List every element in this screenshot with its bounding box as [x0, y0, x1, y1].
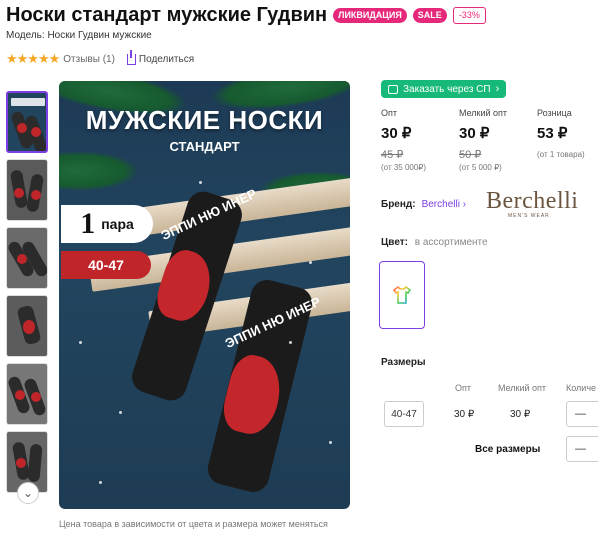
- brand-logo-sub: MEN'S WEAR: [508, 213, 550, 219]
- color-row: Цвет: в ассортименте: [381, 237, 488, 248]
- share-label: Поделиться: [138, 53, 195, 65]
- price-value: 30 ₽: [381, 125, 412, 142]
- brand-row: Бренд: Berchelli ›: [381, 199, 466, 210]
- thumbnails-scroll-down-button[interactable]: ⌄: [17, 482, 39, 504]
- sizes-title: Размеры: [381, 357, 426, 368]
- main-product-image[interactable]: МУЖСКИЕ НОСКИ СТАНДАРТ 1 пара 40-47 ЭППИ…: [59, 81, 350, 509]
- price-table: Опт 30 ₽ 45 ₽ (от 35 000₽) Мелкий опт 30…: [381, 108, 598, 172]
- color-label: Цвет:: [381, 237, 408, 248]
- price-small-wholesale: Мелкий опт 30 ₽ 50 ₽ (от 5 000 ₽): [459, 108, 537, 172]
- price-label: Опт: [381, 108, 397, 118]
- chevron-right-icon: ›: [495, 83, 500, 95]
- image-subtitle: СТАНДАРТ: [169, 139, 240, 154]
- size-price-opt: 30 ₽: [454, 409, 475, 420]
- thumbnail-1[interactable]: [6, 91, 48, 153]
- cart-icon: [388, 84, 398, 94]
- rating-row: ★★★★★ Отзывы (1) Поделиться: [6, 49, 195, 67]
- price-note: (от 35 000₽): [381, 163, 427, 172]
- sale-badge: SALE: [412, 8, 447, 23]
- size-price-small-opt: 30 ₽: [510, 409, 531, 420]
- tshirt-icon: [392, 285, 412, 304]
- discount-badge: -33%: [452, 7, 486, 24]
- pair-label: 1 пара: [61, 205, 153, 243]
- sizes-header-opt: Опт: [455, 383, 471, 393]
- price-retail: Розница 53 ₽ (от 1 товара): [537, 108, 598, 172]
- all-sizes-quantity-input[interactable]: —: [566, 436, 598, 462]
- brand-label: Бренд:: [381, 199, 416, 210]
- sizes-header-small-opt: Мелкий опт: [498, 383, 547, 393]
- star-rating-icon: ★★★★★: [6, 51, 60, 66]
- chevron-down-icon: ⌄: [22, 486, 34, 500]
- size-quantity-input[interactable]: —: [566, 401, 598, 427]
- all-sizes-label: Все размеры: [475, 444, 541, 455]
- price-old: 50 ₽: [459, 149, 482, 161]
- reviews-link[interactable]: Отзывы (1): [63, 54, 115, 65]
- sizes-header-qty: Количе: [566, 383, 597, 393]
- clearance-badge: ЛИКВИДАЦИЯ: [333, 8, 407, 23]
- thumbnail-3[interactable]: [6, 227, 48, 289]
- size-option-button[interactable]: 40-47: [384, 401, 424, 427]
- price-disclaimer: Цена товара в зависимости от цвета и раз…: [59, 519, 328, 529]
- price-value: 30 ₽: [459, 125, 490, 142]
- pair-number: 1: [80, 207, 96, 240]
- image-title: МУЖСКИЕ НОСКИ: [85, 105, 324, 135]
- price-old: 45 ₽: [381, 149, 404, 161]
- product-header: Носки стандарт мужские Гудвин ЛИКВИДАЦИЯ…: [6, 4, 486, 27]
- pair-word: пара: [101, 216, 134, 232]
- price-note: (от 5 000 ₽): [459, 163, 502, 172]
- color-value: в ассортименте: [414, 237, 488, 248]
- thumbnail-list: [6, 91, 48, 499]
- price-label: Розница: [537, 108, 572, 118]
- thumbnail-5[interactable]: [6, 363, 48, 425]
- order-sp-label: Заказать через СП: [403, 83, 491, 95]
- color-swatch[interactable]: [379, 261, 425, 329]
- price-wholesale: Опт 30 ₽ 45 ₽ (от 35 000₽): [381, 108, 459, 172]
- share-button[interactable]: Поделиться: [126, 49, 195, 65]
- price-label: Мелкий опт: [459, 108, 508, 118]
- price-value: 53 ₽: [537, 125, 568, 142]
- model-text: Модель: Носки Гудвин мужские: [6, 30, 152, 41]
- brand-link[interactable]: Berchelli ›: [422, 199, 466, 210]
- image-size-label: 40-47: [61, 251, 151, 279]
- thumbnail-4[interactable]: [6, 295, 48, 357]
- order-sp-button[interactable]: Заказать через СП ›: [381, 80, 507, 98]
- price-note: (от 1 товара): [537, 150, 585, 159]
- brand-logo[interactable]: Berchelli: [486, 188, 578, 215]
- product-title: Носки стандарт мужские Гудвин: [6, 4, 328, 26]
- share-icon: [126, 49, 136, 65]
- thumbnail-2[interactable]: [6, 159, 48, 221]
